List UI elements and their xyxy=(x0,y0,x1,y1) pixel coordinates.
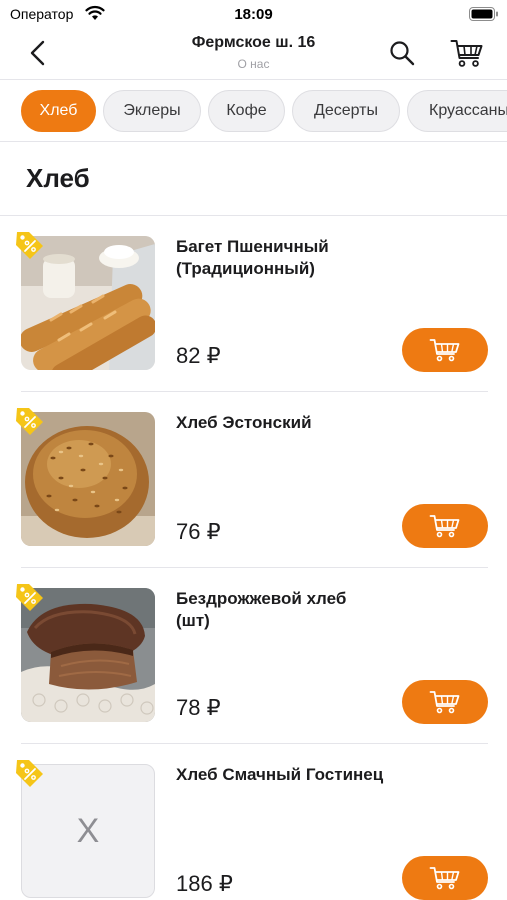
cart-icon xyxy=(429,867,460,890)
product-card[interactable]: Хлеб Эстонский 76 ₽ xyxy=(0,392,507,568)
cart-icon xyxy=(429,691,460,714)
discount-tag-icon xyxy=(16,232,43,259)
cart-icon xyxy=(429,515,460,538)
category-tab-croissants[interactable]: Круассаны xyxy=(407,90,507,132)
add-to-cart-button[interactable] xyxy=(402,856,488,900)
product-price: 78 ₽ xyxy=(176,695,221,720)
product-card[interactable]: X Хлеб Смачный Гостинец 186 ₽ xyxy=(0,744,507,900)
navigation-bar: Фермское ш. 16 О нас xyxy=(0,28,507,80)
product-price: 76 ₽ xyxy=(176,519,221,544)
product-price: 186 ₽ xyxy=(176,871,233,896)
discount-tag-icon xyxy=(16,760,43,787)
battery-icon xyxy=(469,7,499,26)
category-tab-coffee[interactable]: Кофе xyxy=(208,90,285,132)
product-card[interactable]: Бездрожжевой хлеб (шт) 78 ₽ xyxy=(0,568,507,744)
discount-tag-icon xyxy=(16,408,43,435)
product-price: 82 ₽ xyxy=(176,343,221,368)
section-title: Хлеб xyxy=(26,163,90,193)
category-tabs: Хлеб Эклеры Кофе Десерты Круассаны xyxy=(0,80,507,142)
search-button[interactable] xyxy=(388,39,416,67)
product-name: Хлеб Эстонский xyxy=(176,413,312,432)
product-name: Бездрожжевой хлеб (шт) xyxy=(176,589,347,630)
cart-icon xyxy=(450,40,483,67)
cart-button[interactable] xyxy=(450,37,484,69)
about-link[interactable]: О нас xyxy=(0,57,507,71)
category-tab-desserts[interactable]: Десерты xyxy=(292,90,400,132)
add-to-cart-button[interactable] xyxy=(402,328,488,372)
add-to-cart-button[interactable] xyxy=(402,680,488,724)
product-card[interactable]: Багет Пшеничный (Традиционный) 82 ₽ xyxy=(0,216,507,392)
status-time: 18:09 xyxy=(234,6,273,23)
category-tab-bread[interactable]: Хлеб xyxy=(21,90,96,132)
category-tab-eclairs[interactable]: Эклеры xyxy=(103,90,201,132)
store-title[interactable]: Фермское ш. 16 xyxy=(0,34,507,52)
product-name: Хлеб Смачный Гостинец xyxy=(176,765,384,784)
search-icon xyxy=(390,41,415,66)
add-to-cart-button[interactable] xyxy=(402,504,488,548)
product-name: Багет Пшеничный (Традиционный) xyxy=(176,237,329,278)
cart-icon xyxy=(429,339,460,362)
status-bar: Оператор 18:09 xyxy=(0,0,507,28)
discount-tag-icon xyxy=(16,584,43,611)
